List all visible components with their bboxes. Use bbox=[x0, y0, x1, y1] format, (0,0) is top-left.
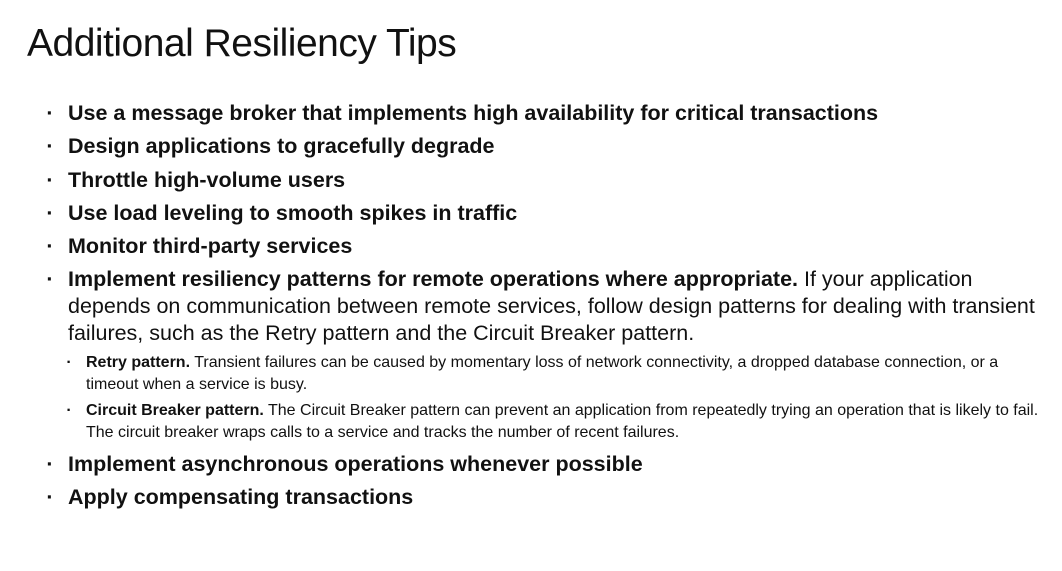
pattern-body: Transient failures can be caused by mome… bbox=[86, 354, 999, 394]
slide: Additional Resiliency Tips · Use a messa… bbox=[0, 0, 1062, 571]
tip-item: · Monitor third-party services bbox=[44, 233, 1044, 260]
bullet-marker: · bbox=[46, 267, 54, 292]
bullet-marker: · bbox=[46, 451, 54, 476]
tip-item: · Throttle high-volume users bbox=[44, 167, 1044, 194]
tip-lead: Throttle high-volume users bbox=[68, 167, 346, 192]
tip-item: · Use load leveling to smooth spikes in … bbox=[44, 200, 1044, 227]
tip-item: · Apply compensating transactions bbox=[44, 484, 1044, 511]
tip-lead: Use load leveling to smooth spikes in tr… bbox=[68, 200, 518, 225]
slide-title: Additional Resiliency Tips bbox=[27, 22, 457, 65]
tip-lead: Apply compensating transactions bbox=[68, 485, 414, 510]
pattern-lead: Retry pattern. bbox=[86, 354, 191, 372]
tip-lead: Design applications to gracefully degrad… bbox=[68, 134, 495, 159]
tips-list: · Use a message broker that implements h… bbox=[44, 100, 1044, 517]
sub-bullet-marker: · bbox=[66, 354, 72, 372]
pattern-item: · Retry pattern. Transient failures can … bbox=[63, 352, 1044, 396]
tip-item: · Implement asynchronous operations when… bbox=[44, 451, 1044, 478]
sub-bullet-marker: · bbox=[66, 402, 72, 420]
bullet-marker: · bbox=[46, 200, 54, 225]
bullet-marker: · bbox=[46, 167, 54, 192]
bullet-marker: · bbox=[46, 234, 54, 259]
tip-lead: Implement asynchronous operations whenev… bbox=[68, 451, 643, 476]
tip-lead: Use a message broker that implements hig… bbox=[68, 101, 879, 125]
bullet-marker: · bbox=[46, 101, 54, 125]
tip-item: · Use a message broker that implements h… bbox=[44, 100, 1044, 127]
tip-item: · Implement resiliency patterns for remo… bbox=[44, 266, 1044, 444]
tip-lead: Monitor third-party services bbox=[68, 234, 353, 259]
bullet-marker: · bbox=[46, 485, 54, 510]
pattern-list: · Retry pattern. Transient failures can … bbox=[63, 352, 1044, 444]
tip-lead: Implement resiliency patterns for remote… bbox=[68, 267, 799, 292]
pattern-item: · Circuit Breaker pattern. The Circuit B… bbox=[63, 400, 1044, 444]
tip-item: · Design applications to gracefully degr… bbox=[44, 133, 1044, 160]
bullet-marker: · bbox=[46, 134, 54, 159]
pattern-lead: Circuit Breaker pattern. bbox=[86, 402, 264, 420]
